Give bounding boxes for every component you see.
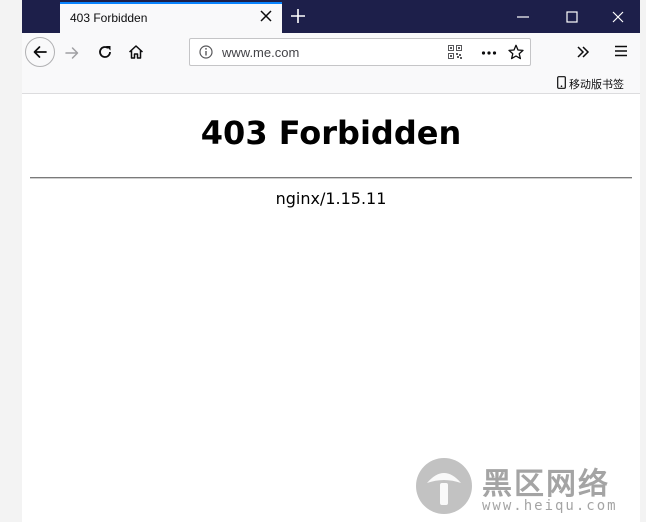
forward-button[interactable]: [64, 45, 80, 66]
maximize-icon[interactable]: [565, 10, 579, 24]
page-content: 403 Forbidden nginx/1.15.11 黑区网络 www.hei…: [22, 94, 640, 522]
info-icon[interactable]: [199, 45, 213, 64]
star-icon[interactable]: [508, 44, 524, 65]
arrow-left-icon: [33, 46, 47, 58]
left-margin: [0, 0, 22, 522]
arrow-right-icon: [65, 47, 79, 59]
watermark-logo-icon: [415, 457, 473, 520]
minimize-icon[interactable]: [516, 10, 530, 24]
tab-active[interactable]: 403 Forbidden: [60, 2, 282, 33]
more-icon[interactable]: [481, 46, 497, 65]
browser-window: 403 Forbidden www.me.com 移动版书签 403 Forbi…: [22, 0, 640, 522]
horizontal-rule: [30, 177, 632, 179]
close-icon[interactable]: [258, 8, 274, 24]
watermark-brand: 黑区网络: [482, 468, 610, 501]
mobile-bookmarks-label: 移动版书签: [569, 79, 624, 91]
reload-icon: [99, 46, 111, 58]
page-heading: 403 Forbidden: [200, 114, 462, 152]
home-button[interactable]: [128, 44, 144, 65]
hamburger-icon[interactable]: [614, 44, 628, 63]
home-icon: [128, 45, 144, 59]
window-close-icon[interactable]: [611, 10, 625, 24]
tab-title: 403 Forbidden: [70, 11, 148, 25]
mobile-phone-icon: [557, 76, 566, 89]
back-button[interactable]: [25, 37, 55, 67]
title-bar: 403 Forbidden: [22, 0, 640, 33]
plus-icon[interactable]: [290, 8, 306, 24]
chevron-double-right-icon[interactable]: [575, 44, 591, 65]
navigation-toolbar: www.me.com: [22, 33, 640, 73]
bookmarks-toolbar: 移动版书签: [22, 73, 640, 94]
url-text[interactable]: www.me.com: [222, 45, 299, 60]
reload-button[interactable]: [97, 44, 113, 65]
qr-code-icon[interactable]: [448, 45, 462, 64]
address-bar[interactable]: www.me.com: [189, 38, 531, 66]
watermark-url: www.heiqu.com: [482, 498, 618, 514]
right-margin: [640, 0, 646, 522]
server-signature: nginx/1.15.11: [275, 189, 387, 208]
